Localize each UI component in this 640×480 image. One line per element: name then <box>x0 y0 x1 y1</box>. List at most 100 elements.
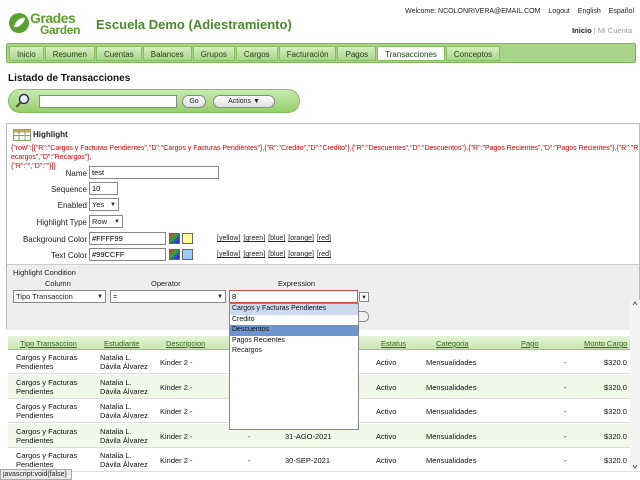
color-picker-icon[interactable] <box>169 233 180 244</box>
cell-est1: Natalia L. <box>100 402 132 411</box>
cell-cat: Mensualidades <box>426 382 477 392</box>
cell-pago: - <box>564 456 567 465</box>
search-icon[interactable] <box>15 93 31 109</box>
nav-tab-transacciones[interactable]: Transacciones <box>377 46 445 61</box>
dropdown-option[interactable]: Descuentos <box>230 325 358 336</box>
cell-estatus: Activo <box>376 456 397 465</box>
cell-est2: Dávila Álvarez <box>100 435 148 445</box>
text-color-label: Text Color <box>50 251 87 260</box>
cell-cat: Mensualidades <box>426 456 477 465</box>
highlight-title: Highlight <box>33 130 68 139</box>
cell-tipo: Cargos y Facturas Pendientes <box>16 402 78 420</box>
cell-desc: Kinder 2 - <box>160 358 193 367</box>
nav-tab-pagos[interactable]: Pagos <box>337 46 377 61</box>
cell-tipo: Cargos y Facturas Pendientes <box>16 451 78 469</box>
color-link-yellow[interactable]: [yellow] <box>217 251 240 258</box>
highlight-type-select[interactable]: Row ▼ <box>89 215 123 228</box>
enabled-label: Enabled <box>57 201 87 210</box>
nav-tab-resumen[interactable]: Resumen <box>44 46 95 61</box>
app-logo[interactable]: Grades Garden <box>8 10 92 37</box>
color-link-orange[interactable]: [orange] <box>288 251 314 258</box>
nav-tab-balances[interactable]: Balances <box>142 46 192 61</box>
column-select[interactable]: Tipo Transaccion ▼ <box>13 290 106 303</box>
col-estatus[interactable]: Estatus <box>381 339 406 348</box>
color-link-blue[interactable]: [blue] <box>268 251 285 258</box>
actions-menu-button[interactable]: Actions ▼ <box>213 95 275 108</box>
cell-cat: Mensualidades <box>426 358 477 367</box>
text-color-field[interactable] <box>89 248 166 261</box>
enabled-value: Yes <box>92 200 105 209</box>
highlight-type-label: Highlight Type <box>36 218 87 227</box>
dropdown-option[interactable]: Credito <box>230 315 358 326</box>
enabled-select[interactable]: Yes ▼ <box>89 198 119 211</box>
logout-link[interactable]: Logout <box>548 8 569 15</box>
expression-field[interactable] <box>229 290 358 303</box>
color-link-blue[interactable]: [blue] <box>268 235 285 242</box>
color-link-yellow[interactable]: [yellow] <box>217 235 240 242</box>
col-estudiante[interactable]: Estudiante <box>104 339 139 348</box>
go-button[interactable]: Go <box>182 95 206 108</box>
nav-tab-facturación[interactable]: Facturación <box>278 46 337 61</box>
cell-dash: - <box>248 431 251 441</box>
welcome-text: Welcome: NCOLONRIVERA@EMAIL.COM <box>405 8 541 15</box>
background-color-field[interactable] <box>89 232 166 245</box>
background-color-links: [yellow] [green] [blue] [orange] [red] <box>217 235 334 242</box>
cell-tipo: Cargos y Facturas Pendientes <box>16 377 78 396</box>
sequence-field[interactable] <box>89 182 118 195</box>
operator-header: Operator <box>151 279 181 288</box>
col-descripcion[interactable]: Descripcion <box>166 339 205 348</box>
cell-pago: - <box>564 407 567 416</box>
cell-estatus: Activo <box>376 358 397 367</box>
chevron-down-icon: ▼ <box>110 202 116 208</box>
cell-estatus: Activo <box>376 382 397 392</box>
nav-tab-cuentas[interactable]: Cuentas <box>95 46 142 61</box>
nav-tab-cargos[interactable]: Cargos <box>235 46 278 61</box>
dropdown-option[interactable]: Recargos <box>230 346 358 357</box>
color-link-green[interactable]: [green] <box>243 235 265 242</box>
mi-cuenta-link[interactable]: | Mi Cuenta <box>594 26 632 35</box>
espanol-link[interactable]: Español <box>609 8 634 15</box>
nav-tab-inicio[interactable]: Inicio <box>9 46 44 61</box>
operator-select[interactable]: = ▼ <box>110 290 226 303</box>
expression-dropdown-button[interactable]: ▼ <box>359 292 369 302</box>
col-monto-cargo[interactable]: Monto Cargo <box>584 339 627 348</box>
cell-est2: Dávila Álvarez <box>100 460 148 469</box>
cell-estatus: Activo <box>376 407 397 416</box>
color-link-green[interactable]: [green] <box>243 251 265 258</box>
nav-tab-conceptos[interactable]: Conceptos <box>445 46 501 61</box>
expression-dropdown-list[interactable]: Cargos y Facturas Pendientes Credito Descu… <box>229 303 359 430</box>
dropdown-option[interactable]: Pagos Recientes <box>230 336 358 347</box>
chevron-down-icon: ▼ <box>114 219 120 225</box>
table-row[interactable]: Cargos y Facturas Pendientes Natalia L. Dá… <box>8 448 640 472</box>
cell-cat: Mensualidades <box>426 431 477 441</box>
chevron-down-icon: ▼ <box>217 294 223 300</box>
name-field[interactable] <box>89 166 219 179</box>
top-links: Welcome: NCOLONRIVERA@EMAIL.COM Logout E… <box>399 8 634 15</box>
cell-desc: Kinder 2 - <box>160 431 193 441</box>
cell-tipo: Cargos y Facturas Pendientes <box>16 426 78 445</box>
operator-value: = <box>113 292 118 301</box>
json-line-1: {"row":[{"R":"Cargos y Facturas Pendient… <box>11 145 639 161</box>
dropdown-option[interactable]: Cargos y Facturas Pendientes <box>230 304 358 315</box>
chevron-down-icon: ▼ <box>97 294 103 300</box>
cell-pago: - <box>564 382 567 392</box>
search-input[interactable] <box>39 95 177 108</box>
chevron-down-icon: ▼ <box>361 295 367 301</box>
background-color-swatch <box>182 233 193 244</box>
scrollbar[interactable] <box>630 300 640 470</box>
color-link-red[interactable]: [red] <box>317 251 331 258</box>
col-tipo-transaccion[interactable]: Tipo Transaccion <box>20 339 77 348</box>
english-link[interactable]: English <box>578 8 601 15</box>
color-picker-icon[interactable] <box>169 249 180 260</box>
cell-dash: - <box>248 456 251 465</box>
account-links: Inicio | Mi Cuenta <box>572 26 632 35</box>
cell-est1: Natalia L. <box>100 353 132 362</box>
cell-fecha: 31-AGO-2021 <box>285 431 332 441</box>
table-icon <box>13 129 31 141</box>
col-pago[interactable]: Pago <box>521 339 539 348</box>
col-categoria[interactable]: Categoria <box>436 339 469 348</box>
inicio-link[interactable]: Inicio <box>572 26 592 35</box>
color-link-red[interactable]: [red] <box>317 235 331 242</box>
nav-tab-grupos[interactable]: Grupos <box>192 46 235 61</box>
color-link-orange[interactable]: [orange] <box>288 235 314 242</box>
